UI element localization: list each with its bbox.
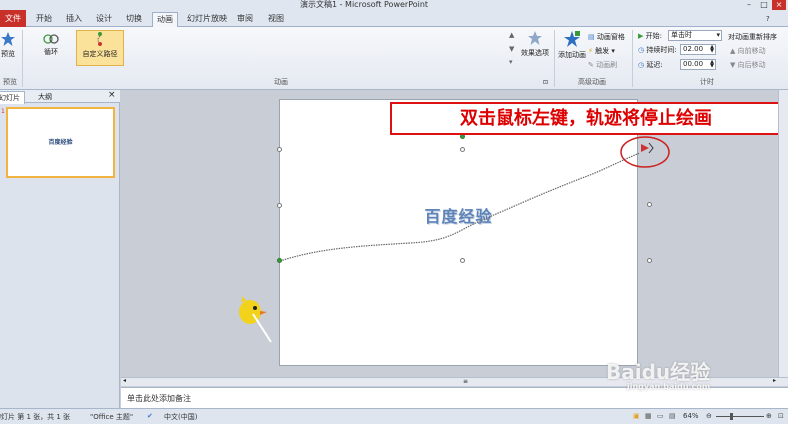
tab-design[interactable]: 设计 [92, 12, 116, 27]
selection-handle[interactable] [647, 258, 652, 263]
zoom-out-icon[interactable]: ⊖ [706, 412, 712, 420]
tab-file[interactable]: 文件 [0, 10, 26, 27]
duration-stepper[interactable]: 02.00 ▲ ▼ [680, 44, 716, 55]
thumbnail-title: 百度经验 [48, 139, 73, 146]
preview-button[interactable]: 预览 [0, 31, 18, 59]
zoom-level[interactable]: 64% [683, 412, 699, 420]
tab-animations[interactable]: 动画 [152, 12, 178, 27]
tab-transitions[interactable]: 切换 [122, 12, 146, 27]
path-end-arrow-icon [641, 144, 649, 152]
tab-home[interactable]: 开始 [32, 12, 56, 27]
delay-label: ◷ 延迟: [638, 61, 663, 69]
tab-insert[interactable]: 插入 [62, 12, 86, 27]
delay-icon: ◷ [638, 61, 645, 69]
tab-review[interactable]: 审阅 [233, 12, 257, 27]
gallery-more-icon[interactable]: ▾ [509, 58, 513, 66]
selection-handle[interactable] [460, 258, 465, 263]
gallery-scroll-up-icon[interactable]: ▲ [509, 31, 514, 39]
sorter-view-icon[interactable]: ▦ [645, 412, 652, 420]
scroll-right-icon: ▸ [772, 377, 776, 384]
pane-icon: ▤ [588, 33, 595, 41]
divider [632, 30, 633, 87]
effect-options-button[interactable]: 效果选项 [518, 30, 552, 58]
language[interactable]: 中文(中国) [164, 412, 197, 422]
selection-handle[interactable] [277, 203, 282, 208]
animation-loop[interactable]: 循环 [34, 33, 68, 65]
slideshow-view-icon[interactable]: ▤ [669, 412, 676, 420]
spellcheck-icon[interactable]: ✔ [147, 412, 153, 420]
add-animation-button[interactable]: 添加动画 [556, 30, 588, 60]
start-icon: ▶ [638, 32, 644, 40]
delay-stepper[interactable]: 00.00 ▲ ▼ [680, 59, 716, 70]
notes-placeholder[interactable]: 单击此处添加备注 [127, 393, 191, 404]
callout-text: 双击鼠标左键，轨迹将停止绘画 [460, 108, 712, 129]
slide-thumbnail[interactable]: 百度经验 [6, 107, 115, 178]
zoom-in-icon[interactable]: ⊕ [766, 412, 772, 420]
instruction-callout: 双击鼠标左键，轨迹将停止绘画 [390, 102, 782, 135]
divider [554, 30, 555, 87]
clock-icon: ◷ [638, 46, 645, 54]
group-label-preview: 预览 [3, 78, 17, 86]
tab-slideshow[interactable]: 幻灯片放映 [183, 12, 231, 27]
dialog-launcher-icon[interactable]: ⊡ [543, 79, 548, 86]
mouse-cursor-bird-icon [239, 296, 272, 343]
zoom-slider[interactable] [716, 416, 764, 417]
animation-custom-path[interactable]: 自定义路径 [76, 30, 124, 66]
scroll-left-icon: ◂ [123, 377, 127, 384]
slide-info: 幻灯片 第 1 张，共 1 张 [0, 413, 71, 421]
maximize-icon[interactable]: □ [757, 0, 771, 10]
scroll-thumb-icon: ≡ [463, 378, 469, 385]
gallery-scroll-down-icon[interactable]: ▼ [509, 45, 514, 53]
brush-icon: ✎ [588, 61, 594, 69]
path-end-highlight-icon [620, 136, 670, 168]
add-star-icon [564, 31, 580, 47]
ribbon-tabs: 文件 开始 插入 设计 切换 动画 幻灯片放映 审阅 视图 ? [0, 10, 788, 27]
reading-view-icon[interactable]: ▭ [657, 412, 664, 420]
slide-canvas[interactable]: 百度经验 [277, 99, 639, 367]
group-label-animation: 动画 [274, 78, 288, 86]
status-bar: 幻灯片 第 1 张，共 1 张 "Office 主题" ✔ 中文(中国) ▣ ▦… [0, 408, 788, 424]
baidu-watermark: Baidu经验 jingyan.baidu.com [606, 360, 711, 391]
start-select[interactable]: 单击时 ▾ [668, 30, 722, 41]
divider [22, 30, 23, 87]
animation-painter-button[interactable]: ✎ 动画刷 [588, 60, 617, 70]
trigger-button[interactable]: ⚡ 触发 ▾ [588, 46, 615, 56]
move-earlier-button[interactable]: ▲ 向前移动 [730, 46, 766, 56]
tab-slides[interactable]: 幻灯片 [0, 91, 25, 104]
fit-window-icon[interactable]: ⊡ [778, 412, 784, 420]
animation-pane-button[interactable]: ▤ 动画窗格 [588, 32, 625, 42]
selection-handle[interactable] [460, 147, 465, 152]
minimize-icon[interactable]: – [742, 0, 756, 10]
slides-panel: 幻灯片 大纲 × 1 百度经验 [0, 90, 120, 408]
tab-outline[interactable]: 大纲 [34, 91, 56, 103]
motion-path[interactable] [280, 100, 639, 367]
selection-handle[interactable] [647, 202, 652, 207]
title-bar: 演示文稿1 - Microsoft PowerPoint – □ × [0, 0, 788, 10]
normal-view-icon[interactable]: ▣ [633, 412, 640, 420]
tab-view[interactable]: 视图 [264, 12, 288, 27]
effect-star-icon [528, 31, 542, 45]
star-icon [1, 32, 15, 46]
close-window-icon[interactable]: × [772, 0, 786, 10]
group-label-advanced: 高级动画 [578, 78, 606, 86]
close-panel-icon[interactable]: × [104, 89, 120, 101]
lightning-icon: ⚡ [588, 47, 593, 55]
reorder-label: 对动画重新排序 [728, 33, 777, 41]
move-later-button[interactable]: ▼ 向后移动 [730, 60, 766, 70]
group-label-timing: 计时 [700, 78, 714, 86]
vertical-scrollbar[interactable] [778, 90, 788, 377]
selection-handle[interactable] [277, 147, 282, 152]
window-title: 演示文稿1 - Microsoft PowerPoint [300, 0, 429, 9]
loop-icon [43, 34, 59, 44]
custom-path-icon [97, 32, 102, 46]
path-start-icon[interactable] [277, 258, 282, 263]
help-icon[interactable]: ? [762, 12, 774, 27]
duration-label: ◷ 持续时间: [638, 46, 677, 54]
zoom-slider-thumb[interactable] [730, 413, 733, 420]
slide-number: 1 [1, 108, 5, 115]
start-label: ▶ 开始: [638, 32, 662, 40]
theme-name: "Office 主题" [90, 413, 134, 421]
ribbon: 预览 预览 循环 自定义路径 动画 ▲ ▼ ▾ 效果选项 ⊡ 添加动画 ▤ 动画… [0, 27, 788, 90]
panel-tabs: 幻灯片 大纲 × [0, 89, 120, 104]
